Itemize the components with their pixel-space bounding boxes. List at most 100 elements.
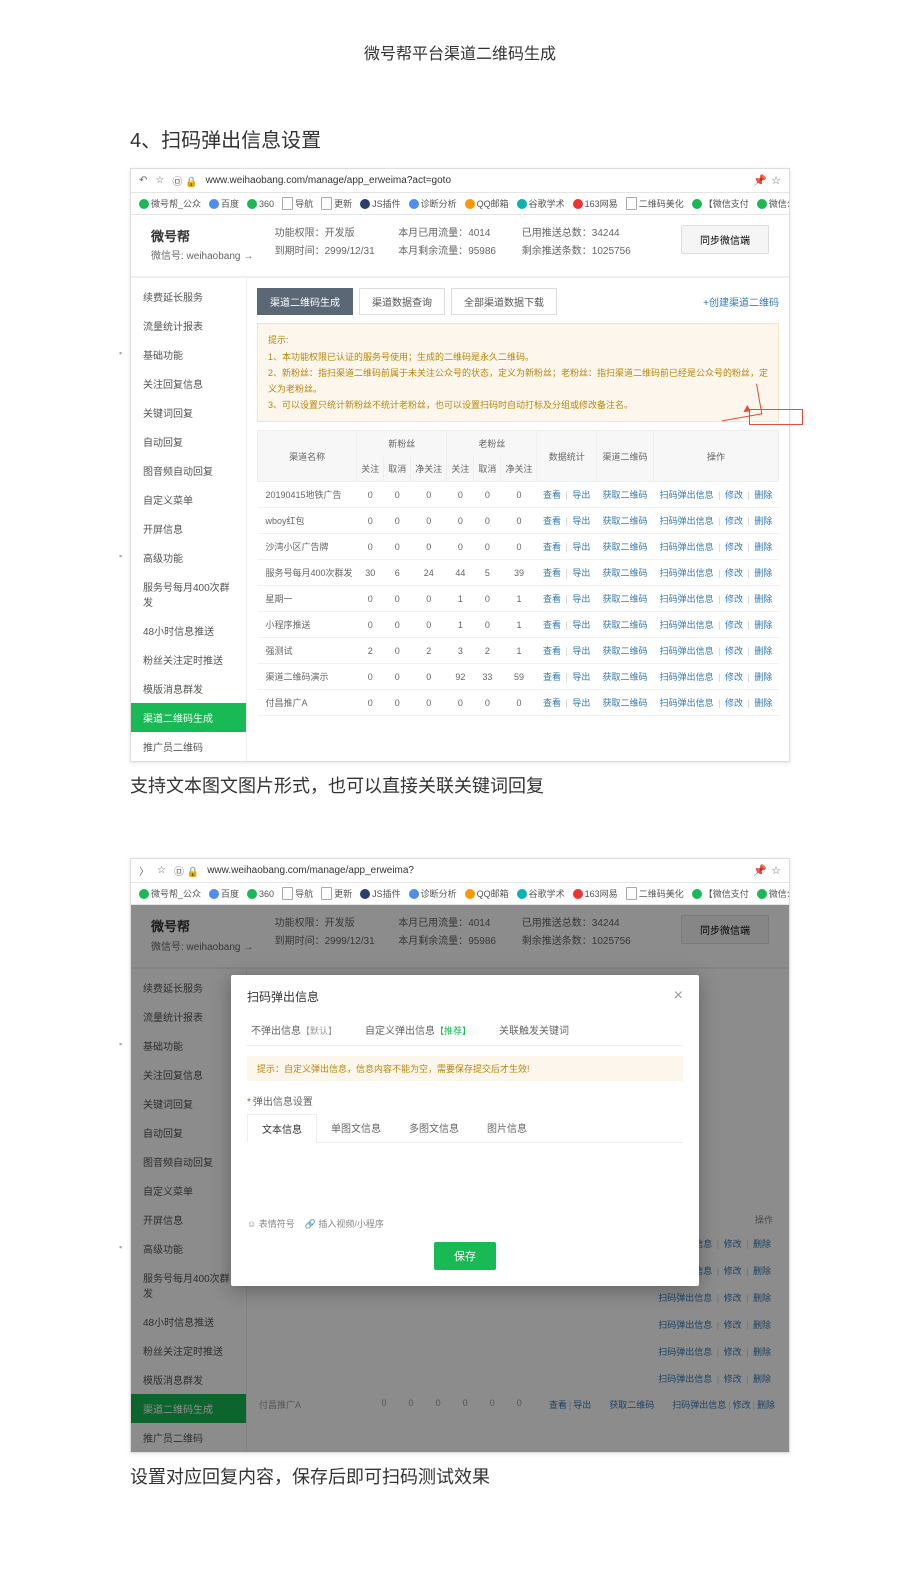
bookmark-item[interactable]: 【微信支付 [692, 197, 749, 210]
view-link[interactable]: 查看 [543, 672, 561, 682]
view-link[interactable]: 查看 [543, 698, 561, 708]
sidebar-item[interactable]: 图音频自动回复 [131, 1147, 246, 1176]
sidebar-item[interactable]: 流量统计报表 [131, 311, 246, 340]
get-qr-link[interactable]: 获取二维码 [602, 620, 647, 630]
bookmark-item[interactable]: 更新 [321, 197, 352, 210]
export-link[interactable]: 导出 [572, 542, 590, 552]
sidebar-item[interactable]: 渠道二维码生成 [131, 703, 246, 732]
bookmark-item[interactable]: 百度 [209, 197, 239, 210]
l[interactable]: 扫码弹出信息 [672, 1400, 726, 1410]
sidebar-item[interactable]: 关键词回复 [131, 1089, 246, 1118]
edit-link[interactable]: 修改 [725, 516, 743, 526]
popup-info-link[interactable]: 扫码弹出信息 [660, 490, 714, 500]
get-qr-link[interactable]: 获取二维码 [602, 490, 647, 500]
delete-link[interactable]: 删除 [754, 516, 772, 526]
popup-info-link[interactable]: 扫码弹出信息 [660, 620, 714, 630]
delete-link[interactable]: 删除 [754, 490, 772, 500]
fav-icon[interactable]: ☆ [771, 174, 781, 187]
popup-info-link[interactable]: 扫码弹出信息 [660, 698, 714, 708]
export-link[interactable]: 导出 [572, 594, 590, 604]
edit-link[interactable]: 修改 [725, 568, 743, 578]
export-link[interactable]: 导出 [572, 672, 590, 682]
get-qr-link[interactable]: 获取二维码 [602, 568, 647, 578]
content-tab[interactable]: 渠道二维码生成 [257, 288, 353, 315]
popup-info-link[interactable]: 扫码弹出信息 [660, 542, 714, 552]
sidebar-item[interactable]: 开屏信息 [131, 1205, 246, 1234]
l[interactable]: 删除 [757, 1400, 775, 1410]
bookmark-item[interactable]: 微号帮_公众 [139, 887, 201, 900]
sidebar-item[interactable]: 服务号每月400次群发 [131, 572, 246, 616]
export-link[interactable]: 导出 [572, 490, 590, 500]
get-qr-link[interactable]: 获取二维码 [602, 516, 647, 526]
delete-link[interactable]: 删除 [754, 620, 772, 630]
sidebar-item[interactable]: 基础功能▪ [131, 340, 246, 369]
export-link[interactable]: 导出 [572, 698, 590, 708]
delete-link[interactable]: 删除 [754, 594, 772, 604]
edit-link[interactable]: 修改 [725, 620, 743, 630]
bookmark-item[interactable]: 微号帮_公众 [139, 197, 201, 210]
bookmark-item[interactable]: 微信公众平 [757, 197, 789, 210]
popup-info-link[interactable]: 扫码弹出信息 [660, 516, 714, 526]
l[interactable]: 导出 [573, 1400, 591, 1410]
popup-info-link[interactable]: 扫码弹出信息 [660, 568, 714, 578]
modal-tab-none[interactable]: 不弹出信息【默认】 [247, 1017, 341, 1045]
bookmark-item[interactable]: 360 [247, 889, 274, 899]
emoji-button[interactable]: ☺ 表情符号 [247, 1217, 295, 1230]
view-link[interactable]: 查看 [543, 516, 561, 526]
delete-link[interactable]: 删除 [754, 568, 772, 578]
sidebar-item[interactable]: 推广员二维码 [131, 1423, 246, 1452]
create-qr-link[interactable]: +创建渠道二维码 [703, 294, 779, 309]
editor-textarea[interactable] [247, 1143, 683, 1213]
bookmark-item[interactable]: QQ邮箱 [465, 197, 509, 210]
popup-info-link[interactable]: 扫码弹出信息 [660, 672, 714, 682]
bookmark-item[interactable]: 谷歌学术 [517, 887, 565, 900]
sidebar-item[interactable]: 48小时信息推送 [131, 1307, 246, 1336]
close-icon[interactable]: × [674, 987, 683, 1005]
get-qr-link[interactable]: 获取二维码 [602, 646, 647, 656]
edit-link[interactable]: 修改 [725, 698, 743, 708]
pin-icon[interactable]: 📌 [753, 864, 767, 877]
delete-link[interactable]: 删除 [754, 542, 772, 552]
edit-link[interactable]: 修改 [725, 646, 743, 656]
l[interactable]: 获取二维码 [609, 1398, 654, 1411]
sidebar-item[interactable]: 自动回复 [131, 427, 246, 456]
bookmark-item[interactable]: JS插件 [360, 887, 401, 900]
edit-link[interactable]: 修改 [725, 542, 743, 552]
sync-button[interactable]: 同步微信端 [681, 225, 769, 254]
bookmark-item[interactable]: 诊断分析 [409, 197, 457, 210]
sidebar-item[interactable]: 自动回复 [131, 1118, 246, 1147]
insert-media-button[interactable]: 🔗 插入视频/小程序 [305, 1217, 384, 1230]
msg-type-tab[interactable]: 图片信息 [473, 1114, 541, 1142]
view-link[interactable]: 查看 [543, 542, 561, 552]
bookmark-item[interactable]: QQ邮箱 [465, 887, 509, 900]
view-link[interactable]: 查看 [543, 646, 561, 656]
sidebar-item[interactable]: 服务号每月400次群发 [131, 1263, 246, 1307]
bookmark-item[interactable]: 更新 [321, 887, 352, 900]
modal-tab-custom[interactable]: 自定义弹出信息【推荐】 [361, 1017, 475, 1045]
sidebar-item[interactable]: 渠道二维码生成 [131, 1394, 246, 1423]
sidebar-item[interactable]: 48小时信息推送 [131, 616, 246, 645]
msg-type-tab[interactable]: 文本信息 [247, 1114, 317, 1143]
bookmark-item[interactable]: 【微信支付 [692, 887, 749, 900]
sidebar-item[interactable]: 流量统计报表 [131, 1002, 246, 1031]
sidebar-item[interactable]: 图音频自动回复 [131, 456, 246, 485]
export-link[interactable]: 导出 [572, 620, 590, 630]
bookmark-item[interactable]: 360 [247, 199, 274, 209]
l[interactable]: 查看 [549, 1400, 567, 1410]
msg-type-tab[interactable]: 单图文信息 [317, 1114, 395, 1142]
popup-info-link[interactable]: 扫码弹出信息 [660, 594, 714, 604]
sidebar-item[interactable]: 续费延长服务 [131, 973, 246, 1002]
export-link[interactable]: 导出 [572, 516, 590, 526]
content-tab[interactable]: 渠道数据查询 [359, 288, 445, 315]
bookmark-item[interactable]: 谷歌学术 [517, 197, 565, 210]
back-icon[interactable]: ↶ [139, 175, 147, 186]
delete-link[interactable]: 删除 [754, 646, 772, 656]
sidebar-item[interactable]: 自定义菜单 [131, 485, 246, 514]
save-button[interactable]: 保存 [434, 1242, 496, 1270]
msg-type-tab[interactable]: 多图文信息 [395, 1114, 473, 1142]
get-qr-link[interactable]: 获取二维码 [602, 594, 647, 604]
sidebar-item[interactable]: 关注回复信息 [131, 369, 246, 398]
bookmark-item[interactable]: 二维码美化 [626, 197, 684, 210]
view-link[interactable]: 查看 [543, 620, 561, 630]
delete-link[interactable]: 删除 [754, 672, 772, 682]
